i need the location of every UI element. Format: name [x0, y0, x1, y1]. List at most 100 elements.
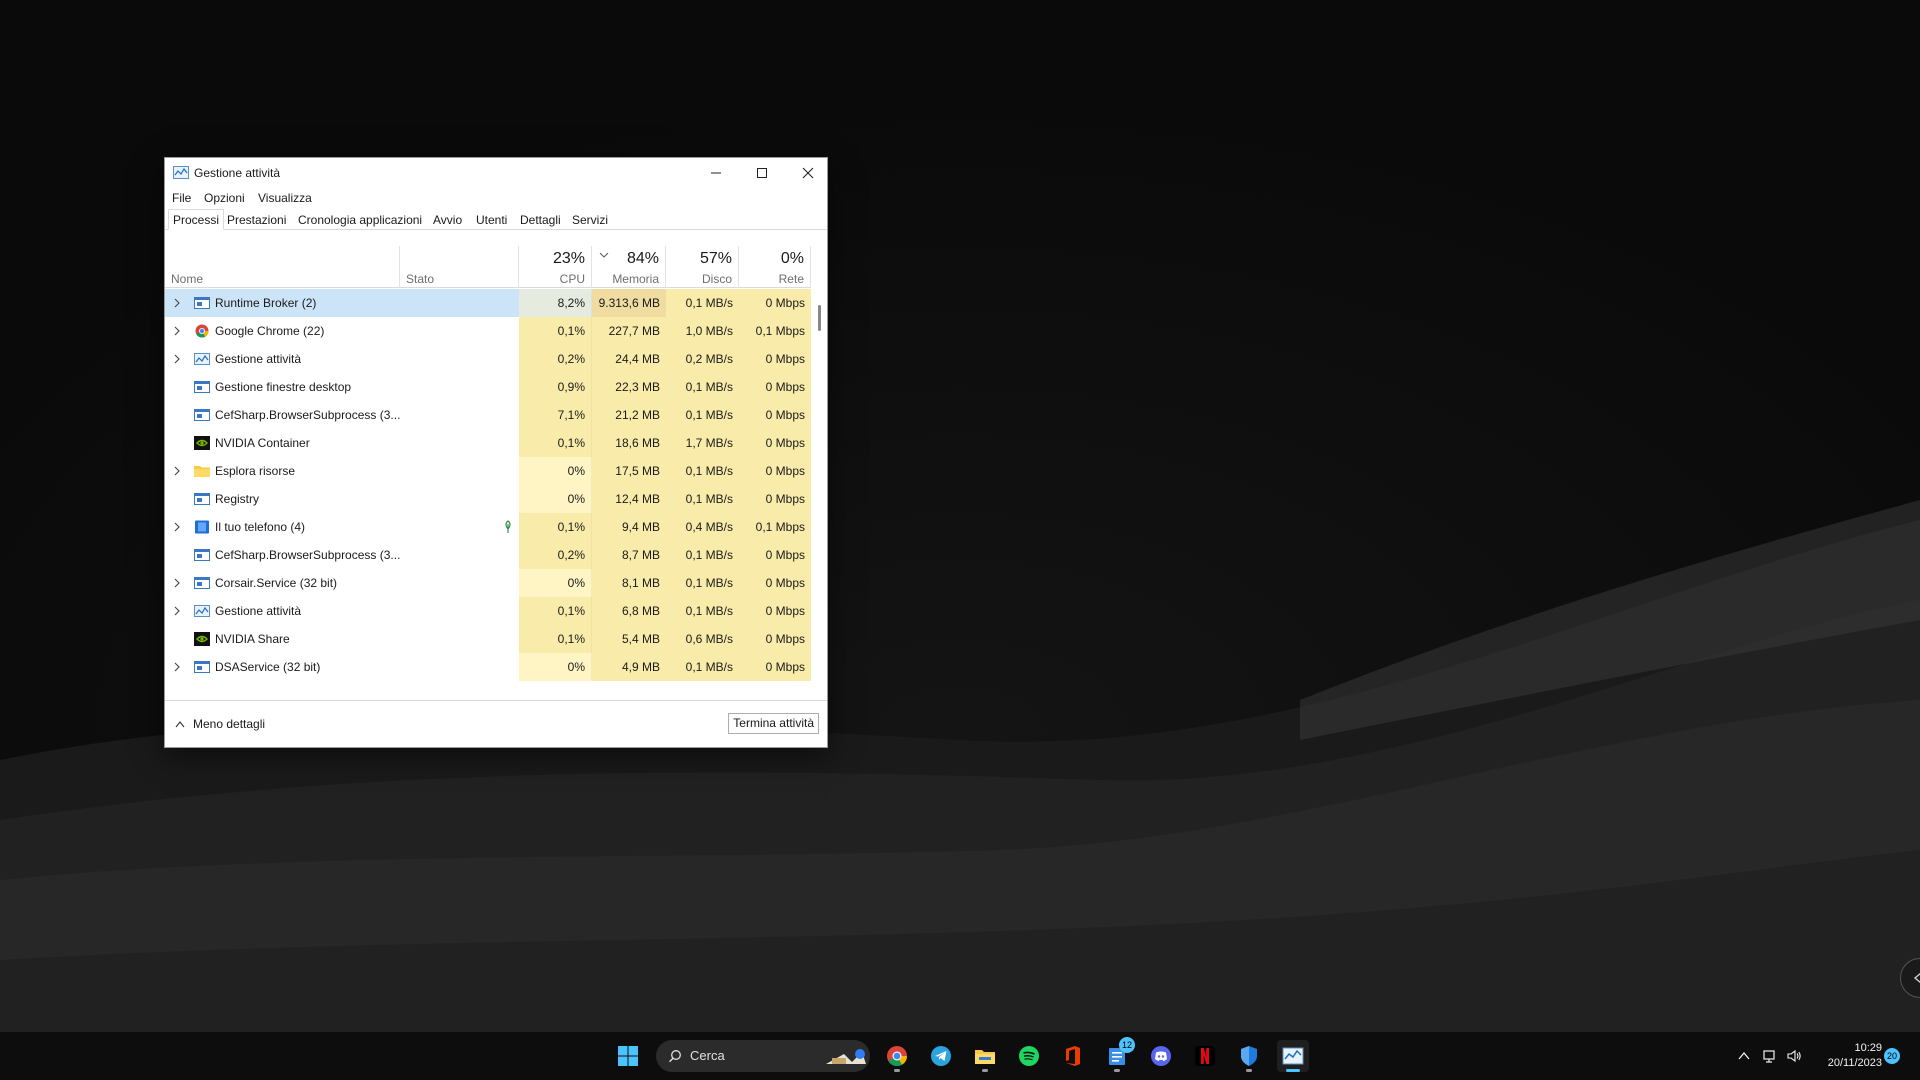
- memory-cell: 5,4 MB: [592, 625, 666, 653]
- disk-cell: 0,6 MB/s: [666, 625, 739, 653]
- netflix-icon: [1195, 1046, 1215, 1066]
- chevron-up-icon[interactable]: [1736, 1048, 1752, 1064]
- discord-icon: [1151, 1046, 1171, 1066]
- chevron-right-icon[interactable]: [173, 578, 181, 588]
- service-window-icon: [194, 549, 210, 561]
- tab-app-history[interactable]: Cronologia applicazioni: [294, 210, 426, 230]
- memory-cell: 8,1 MB: [592, 569, 666, 597]
- disk-cell: 0,1 MB/s: [666, 373, 739, 401]
- start-button[interactable]: [612, 1040, 644, 1072]
- column-disk[interactable]: 57% Disco: [666, 246, 739, 288]
- volume-icon[interactable]: [1786, 1048, 1802, 1064]
- tab-processes[interactable]: Processi: [168, 209, 225, 230]
- close-icon: [802, 167, 814, 179]
- process-name: Gestione finestre desktop: [215, 380, 352, 394]
- table-row[interactable]: Runtime Broker (2) 8,2% 9.313,6 MB 0,1 MB/s…: [165, 289, 811, 317]
- process-name: NVIDIA Share: [215, 632, 290, 646]
- task-manager-icon: [194, 353, 210, 365]
- running-indicator: [1246, 1069, 1252, 1072]
- chevron-right-icon[interactable]: [173, 606, 181, 616]
- cpu-cell: 0,1%: [519, 597, 592, 625]
- disk-cell: 0,1 MB/s: [666, 653, 739, 681]
- search-placeholder: Cerca: [690, 1048, 725, 1063]
- notification-badge[interactable]: 20: [1884, 1048, 1900, 1064]
- network-cell: 0 Mbps: [739, 485, 811, 513]
- telegram-icon: [931, 1046, 951, 1066]
- column-memory[interactable]: 84% Memoria: [592, 246, 666, 288]
- minimize-icon: [711, 172, 721, 174]
- table-row[interactable]: Gestione attività 0,2% 24,4 MB 0,2 MB/s 0 Mb…: [165, 345, 811, 373]
- chevron-right-icon[interactable]: [173, 522, 181, 532]
- vertical-scrollbar[interactable]: [813, 289, 827, 679]
- end-task-button[interactable]: Termina attività: [728, 713, 819, 734]
- taskbar-netflix[interactable]: [1189, 1040, 1221, 1072]
- taskbar-task-manager[interactable]: [1277, 1040, 1309, 1072]
- table-row[interactable]: Il tuo telefono (4) 0,1% 9,4 MB 0,4 MB/s 0,1…: [165, 513, 811, 541]
- menu-view[interactable]: Visualizza: [258, 191, 312, 205]
- taskbar-chrome[interactable]: [881, 1040, 913, 1072]
- table-row[interactable]: CefSharp.BrowserSubprocess (3... 0,2% 8,7 …: [165, 541, 811, 569]
- taskbar-file-explorer[interactable]: [969, 1040, 1001, 1072]
- menu-file[interactable]: File: [172, 191, 191, 205]
- process-name-cell: Corsair.Service (32 bit): [165, 569, 519, 597]
- table-row[interactable]: NVIDIA Share 0,1% 5,4 MB 0,6 MB/s 0 Mbps: [165, 625, 811, 653]
- column-name[interactable]: Nome: [165, 246, 400, 288]
- network-cell: 0 Mbps: [739, 429, 811, 457]
- tab-services[interactable]: Servizi: [568, 210, 612, 230]
- close-button[interactable]: [785, 158, 831, 188]
- process-name-cell: Gestione finestre desktop: [165, 373, 519, 401]
- chevron-right-icon[interactable]: [173, 466, 181, 476]
- taskbar-notes[interactable]: 12: [1101, 1037, 1135, 1072]
- chevron-right-icon[interactable]: [173, 298, 181, 308]
- table-row[interactable]: Esplora risorse 0% 17,5 MB 0,1 MB/s 0 Mbps: [165, 457, 811, 485]
- column-network-label: Rete: [778, 272, 804, 286]
- tab-performance[interactable]: Prestazioni: [223, 210, 290, 230]
- network-icon[interactable]: [1762, 1048, 1778, 1064]
- column-state[interactable]: Stato: [400, 246, 519, 288]
- tab-startup[interactable]: Avvio: [429, 210, 466, 230]
- column-cpu[interactable]: 23% CPU: [519, 246, 592, 288]
- column-network[interactable]: 0% Rete: [739, 246, 811, 288]
- taskbar-spotify[interactable]: [1013, 1040, 1045, 1072]
- task-manager-icon: [1282, 1047, 1304, 1065]
- menu-options[interactable]: Opzioni: [204, 191, 245, 205]
- minimize-button[interactable]: [693, 158, 739, 188]
- table-row[interactable]: Gestione attività 0,1% 6,8 MB 0,1 MB/s 0 Mbp…: [165, 597, 811, 625]
- taskbar-search[interactable]: Cerca: [656, 1040, 870, 1072]
- sort-descending-icon: [599, 252, 609, 258]
- table-row[interactable]: CefSharp.BrowserSubprocess (3... 7,1% 21,2…: [165, 401, 811, 429]
- table-row[interactable]: Gestione finestre desktop 0,9% 22,3 MB 0,1 …: [165, 373, 811, 401]
- disk-total: 57%: [699, 250, 732, 267]
- chevron-right-icon[interactable]: [173, 662, 181, 672]
- table-row[interactable]: Corsair.Service (32 bit) 0% 8,1 MB 0,1 MB/s…: [165, 569, 811, 597]
- chevron-right-icon[interactable]: [173, 354, 181, 364]
- disk-cell: 1,7 MB/s: [666, 429, 739, 457]
- taskbar-office[interactable]: [1057, 1040, 1089, 1072]
- system-clock[interactable]: 10:29 20/11/2023: [1810, 1041, 1882, 1071]
- disk-cell: 1,0 MB/s: [666, 317, 739, 345]
- tab-details[interactable]: Dettagli: [516, 210, 565, 230]
- process-name: DSAService (32 bit): [215, 660, 321, 674]
- task-manager-icon: [194, 605, 210, 617]
- table-row[interactable]: Google Chrome (22) 0,1% 227,7 MB 1,0 MB/s 0,…: [165, 317, 811, 345]
- taskbar-defender[interactable]: [1233, 1040, 1265, 1072]
- less-details-button[interactable]: Meno dettagli: [175, 714, 265, 734]
- table-row[interactable]: NVIDIA Container 0,1% 18,6 MB 1,7 MB/s 0 Mbp…: [165, 429, 811, 457]
- cpu-cell: 8,2%: [519, 289, 592, 317]
- cpu-cell: 0,9%: [519, 373, 592, 401]
- vertical-scroll-thumb[interactable]: [818, 305, 821, 331]
- taskbar-telegram[interactable]: [925, 1040, 957, 1072]
- maximize-button[interactable]: [739, 158, 785, 188]
- service-window-icon: [194, 381, 210, 393]
- table-row[interactable]: DSAService (32 bit) 0% 4,9 MB 0,1 MB/s 0 Mbp…: [165, 653, 811, 681]
- title-bar[interactable]: Gestione attività: [165, 158, 827, 188]
- tab-users[interactable]: Utenti: [472, 210, 511, 230]
- active-indicator: [1286, 1069, 1300, 1072]
- search-highlight-illustration: [826, 1049, 866, 1064]
- taskbar-discord[interactable]: [1145, 1040, 1177, 1072]
- process-rows: Runtime Broker (2) 8,2% 9.313,6 MB 0,1 MB/s…: [165, 289, 811, 681]
- chevron-right-icon[interactable]: [173, 326, 181, 336]
- cpu-cell: 0%: [519, 569, 592, 597]
- table-row[interactable]: Registry 0% 12,4 MB 0,1 MB/s 0 Mbps: [165, 485, 811, 513]
- defender-icon: [1241, 1046, 1257, 1066]
